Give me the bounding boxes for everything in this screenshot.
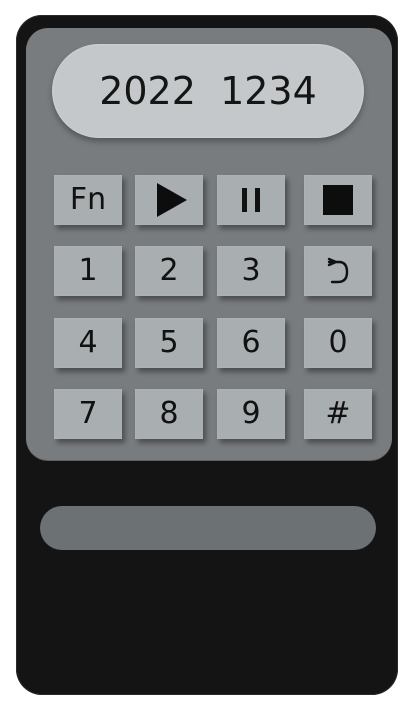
key-7[interactable]: 7 (54, 389, 122, 439)
pause-key[interactable] (217, 175, 285, 225)
key-0[interactable]: 0 (304, 318, 372, 368)
play-key[interactable] (135, 175, 203, 225)
hash-key-label: # (325, 396, 351, 431)
stop-icon (323, 185, 353, 215)
stop-key[interactable] (304, 175, 372, 225)
card-slot (40, 506, 376, 550)
key-5[interactable]: 5 (135, 318, 203, 368)
key-6[interactable]: 6 (217, 318, 285, 368)
key-9-label: 9 (241, 396, 261, 431)
display-readout: 2022 1234 (99, 69, 317, 113)
key-3-label: 3 (241, 253, 261, 288)
key-7-label: 7 (78, 396, 98, 431)
key-6-label: 6 (241, 325, 261, 360)
key-3[interactable]: 3 (217, 246, 285, 296)
key-1-label: 1 (78, 253, 98, 288)
key-9[interactable]: 9 (217, 389, 285, 439)
key-8-label: 8 (159, 396, 179, 431)
return-key[interactable] (304, 246, 372, 296)
hash-key[interactable]: # (304, 389, 372, 439)
key-4-label: 4 (78, 325, 98, 360)
key-8[interactable]: 8 (135, 389, 203, 439)
display-screen: 2022 1234 (52, 44, 364, 138)
key-2[interactable]: 2 (135, 246, 203, 296)
pause-icon (242, 188, 260, 212)
fn-key-label: Fn (69, 182, 107, 217)
key-1[interactable]: 1 (54, 246, 122, 296)
play-icon (157, 183, 187, 217)
fn-key[interactable]: Fn (54, 175, 122, 225)
key-0-label: 0 (328, 325, 348, 360)
key-5-label: 5 (159, 325, 179, 360)
key-2-label: 2 (159, 253, 179, 288)
key-4[interactable]: 4 (54, 318, 122, 368)
return-arrow-icon (327, 257, 349, 284)
